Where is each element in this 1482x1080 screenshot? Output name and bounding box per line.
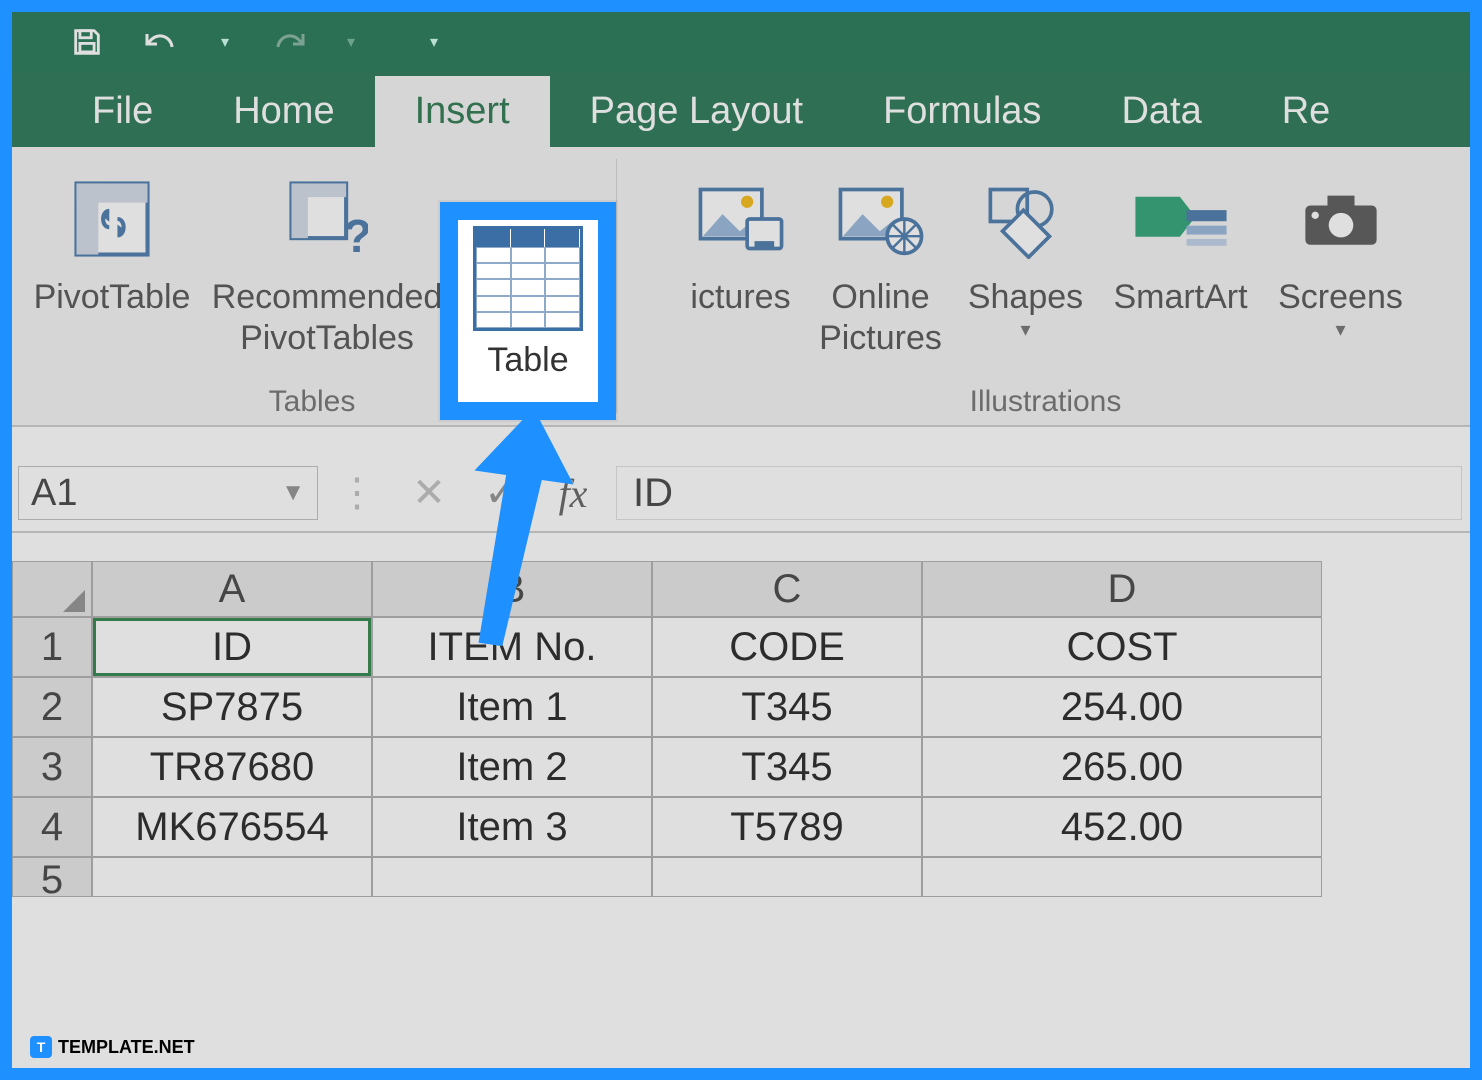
row-header-2[interactable]: 2	[12, 677, 92, 737]
shapes-icon	[976, 169, 1076, 269]
pictures-label: ictures	[690, 277, 790, 318]
pictures-icon	[691, 169, 791, 269]
name-box-value: A1	[31, 472, 77, 515]
redo-icon[interactable]	[268, 22, 308, 62]
cell-C2[interactable]: T345	[652, 677, 922, 737]
cell-D2[interactable]: 254.00	[922, 677, 1322, 737]
undo-icon[interactable]	[142, 22, 182, 62]
fb-more-icon[interactable]: ⋮	[332, 468, 382, 518]
ribbon-separator	[616, 159, 617, 413]
shapes-button[interactable]: Shapes ▾	[956, 165, 1096, 346]
row-header-4[interactable]: 4	[12, 797, 92, 857]
cell-A2[interactable]: SP7875	[92, 677, 372, 737]
column-headers: A B C D	[12, 561, 1470, 617]
tab-review-partial[interactable]: Re	[1242, 76, 1371, 147]
table-highlight-icon	[473, 226, 583, 331]
table-row: 3 TR87680 Item 2 T345 265.00	[12, 737, 1470, 797]
col-header-B[interactable]: B	[372, 561, 652, 617]
cell-C4[interactable]: T5789	[652, 797, 922, 857]
fx-icon[interactable]: fx	[548, 468, 598, 518]
undo-dropdown-icon[interactable]: ▾	[217, 22, 233, 62]
tab-home[interactable]: Home	[193, 76, 374, 147]
formula-bar: A1 ▼ ⋮ ✕ ✓ fx ID	[12, 455, 1470, 533]
shapes-dropdown-icon[interactable]: ▾	[968, 318, 1083, 342]
table-row: 1 ID ITEM No. CODE COST	[12, 617, 1470, 677]
online-pictures-label: Online Pictures	[819, 277, 942, 359]
cell-B1[interactable]: ITEM No.	[372, 617, 652, 677]
pivottable-icon	[62, 169, 162, 269]
table-row: 4 MK676554 Item 3 T5789 452.00	[12, 797, 1470, 857]
row-header-1[interactable]: 1	[12, 617, 92, 677]
name-box[interactable]: A1 ▼	[18, 466, 318, 520]
ribbon: PivotTable ? Recommended PivotTables	[12, 147, 1470, 427]
group-label-illustrations: Illustrations	[621, 385, 1470, 425]
ribbon-group-illustrations: ictures Online Pictures	[621, 147, 1470, 425]
ribbon-tabs: File Home Insert Page Layout Formulas Da…	[12, 72, 1470, 147]
quick-access-toolbar: ▾ ▾ ▾	[12, 12, 1470, 72]
cell-D5[interactable]	[922, 857, 1322, 897]
name-box-dropdown-icon[interactable]: ▼	[281, 479, 305, 507]
cell-B4[interactable]: Item 3	[372, 797, 652, 857]
smartart-button[interactable]: SmartArt	[1096, 165, 1266, 322]
cell-C5[interactable]	[652, 857, 922, 897]
cell-B2[interactable]: Item 1	[372, 677, 652, 737]
row-header-5[interactable]: 5	[12, 857, 92, 897]
table-row: 2 SP7875 Item 1 T345 254.00	[12, 677, 1470, 737]
cell-C1[interactable]: CODE	[652, 617, 922, 677]
pictures-button[interactable]: ictures	[676, 165, 806, 322]
cell-B5[interactable]	[372, 857, 652, 897]
select-all-corner[interactable]	[12, 561, 92, 617]
cell-A1[interactable]: ID	[92, 617, 372, 677]
tab-file[interactable]: File	[52, 76, 193, 147]
online-pictures-icon	[831, 169, 931, 269]
table-row: 5	[12, 857, 1470, 897]
formula-input[interactable]: ID	[616, 466, 1462, 520]
recommended-pivottables-icon: ?	[277, 169, 377, 269]
redo-dropdown-icon[interactable]: ▾	[343, 22, 359, 62]
cell-D1[interactable]: COST	[922, 617, 1322, 677]
cell-C3[interactable]: T345	[652, 737, 922, 797]
tab-formulas[interactable]: Formulas	[843, 76, 1081, 147]
cell-D3[interactable]: 265.00	[922, 737, 1322, 797]
smartart-label: SmartArt	[1113, 277, 1247, 318]
pivottable-label: PivotTable	[34, 277, 191, 318]
table-button-highlight: Table	[440, 202, 616, 420]
recommended-pivottables-button[interactable]: ? Recommended PivotTables	[197, 165, 457, 363]
spreadsheet-grid: A B C D 1 ID ITEM No. CODE COST 2 SP7875…	[12, 561, 1470, 897]
qat-customize-icon[interactable]: ▾	[414, 22, 454, 62]
tab-data[interactable]: Data	[1081, 76, 1241, 147]
formula-value: ID	[633, 471, 673, 516]
screenshot-button[interactable]: Screens ▾	[1266, 165, 1416, 346]
screenshot-label: Screens ▾	[1278, 277, 1403, 342]
fb-cancel-icon[interactable]: ✕	[404, 468, 454, 518]
cell-D4[interactable]: 452.00	[922, 797, 1322, 857]
cell-A3[interactable]: TR87680	[92, 737, 372, 797]
col-header-C[interactable]: C	[652, 561, 922, 617]
cell-A5[interactable]	[92, 857, 372, 897]
pivottable-button[interactable]: PivotTable	[27, 165, 197, 322]
watermark-text: TEMPLATE.NET	[58, 1037, 195, 1058]
camera-icon	[1291, 169, 1391, 269]
cell-A4[interactable]: MK676554	[92, 797, 372, 857]
online-pictures-button[interactable]: Online Pictures	[806, 165, 956, 363]
save-icon[interactable]	[67, 22, 107, 62]
table-highlight-label: Table	[487, 341, 568, 380]
screenshot-dropdown-icon[interactable]: ▾	[1278, 318, 1403, 342]
smartart-icon	[1131, 169, 1231, 269]
row-header-3[interactable]: 3	[12, 737, 92, 797]
cell-B3[interactable]: Item 2	[372, 737, 652, 797]
col-header-D[interactable]: D	[922, 561, 1322, 617]
fb-enter-icon[interactable]: ✓	[476, 468, 526, 518]
watermark: T TEMPLATE.NET	[30, 1036, 195, 1058]
tab-page-layout[interactable]: Page Layout	[550, 76, 843, 147]
tab-insert[interactable]: Insert	[375, 76, 550, 147]
col-header-A[interactable]: A	[92, 561, 372, 617]
template-t-icon: T	[30, 1036, 52, 1058]
shapes-label: Shapes ▾	[968, 277, 1083, 342]
svg-text:?: ?	[343, 210, 368, 260]
recommended-pivottables-label: Recommended PivotTables	[212, 277, 443, 359]
